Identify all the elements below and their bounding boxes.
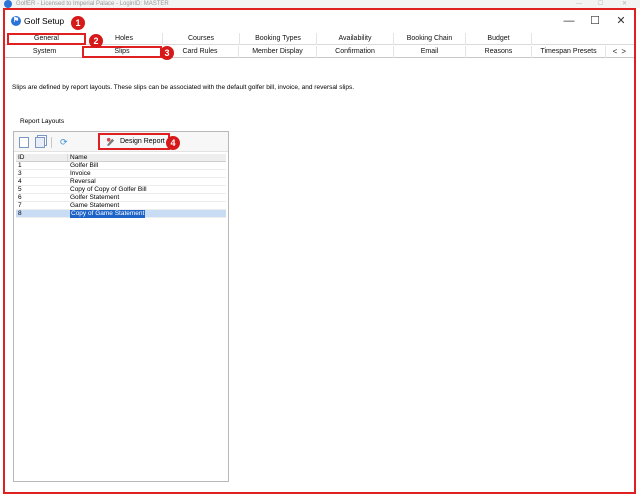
tab-scroll-arrows[interactable]: <> <box>613 46 630 58</box>
table-row-selected[interactable]: 8 Copy of Game Statement <box>16 210 226 218</box>
callout-badge-3: 3 <box>160 46 174 60</box>
report-layouts-table: ID Name 1 Golfer Bill 3 Invoice 4 Revers… <box>16 154 226 218</box>
row-name: Copy of Game Statement <box>70 210 146 218</box>
outer-maximize-button[interactable]: ☐ <box>598 0 603 8</box>
callout-badge-1: 1 <box>71 16 85 30</box>
column-header-name[interactable]: Name <box>70 154 87 162</box>
report-layouts-label: Report Layouts <box>20 118 65 125</box>
row-id: 7 <box>18 202 22 209</box>
tab-email[interactable]: Email <box>394 46 466 58</box>
design-report-icon <box>106 137 115 146</box>
refresh-icon[interactable]: ⟳ <box>60 137 70 148</box>
tab-booking-chain[interactable]: Booking Chain <box>394 33 466 45</box>
window-title: Golf Setup <box>24 16 65 26</box>
close-button[interactable]: ✕ <box>609 13 633 29</box>
table-row[interactable]: 3 Invoice <box>16 170 226 178</box>
callout-badge-2: 2 <box>89 34 103 48</box>
golf-setup-window: ⚑ Golf Setup — ☐ ✕ General Holes Courses… <box>3 8 636 494</box>
design-report-button[interactable]: Design Report <box>98 133 170 150</box>
column-separator <box>67 154 68 161</box>
tab-reasons[interactable]: Reasons <box>466 46 532 58</box>
callout-badge-4: 4 <box>166 136 180 150</box>
table-row[interactable]: 1 Golfer Bill <box>16 162 226 170</box>
copy-icon[interactable] <box>35 137 45 148</box>
report-toolbar: ⟳ Design Report <box>14 132 228 152</box>
tab-availability[interactable]: Availability <box>317 33 394 45</box>
row-id: 4 <box>18 178 22 185</box>
outer-window-title: GolfER - Licensed to Imperial Palace - L… <box>16 1 169 7</box>
toolbar-separator <box>51 137 52 148</box>
column-header-id[interactable]: ID <box>18 154 68 162</box>
tab-general[interactable]: General <box>7 33 86 45</box>
outer-app-icon <box>4 0 12 8</box>
outer-minimize-button[interactable]: — <box>576 0 582 8</box>
table-header: ID Name <box>16 154 226 162</box>
tab-row-secondary: System Slips Card Rules Member Display C… <box>5 46 634 58</box>
tab-scroll-right-icon[interactable]: > <box>621 47 630 56</box>
design-report-label: Design Report <box>120 138 165 145</box>
maximize-button[interactable]: ☐ <box>583 13 607 29</box>
outer-window-titlebar: GolfER - Licensed to Imperial Palace - L… <box>0 0 640 8</box>
tab-timespan-presets[interactable]: Timespan Presets <box>532 46 606 58</box>
row-id: 6 <box>18 194 22 201</box>
report-layouts-panel: ⟳ Design Report ID Name 1 Golfer Bill 3 <box>13 131 229 482</box>
row-name: Reversal <box>70 178 96 185</box>
row-name: Copy of Copy of Golfer Bill <box>70 186 147 193</box>
tab-confirmation[interactable]: Confirmation <box>317 46 394 58</box>
minimize-button[interactable]: — <box>557 13 581 29</box>
row-name: Golfer Statement <box>70 194 120 201</box>
row-name: Golfer Bill <box>70 162 99 169</box>
tab-budget[interactable]: Budget <box>466 33 532 45</box>
row-id: 1 <box>18 162 22 169</box>
row-id: 8 <box>18 210 22 217</box>
slips-description: Slips are defined by report layouts. The… <box>12 84 355 91</box>
golf-app-icon: ⚑ <box>11 16 21 26</box>
tab-booking-types[interactable]: Booking Types <box>240 33 317 45</box>
table-row[interactable]: 6 Golfer Statement <box>16 194 226 202</box>
tab-system[interactable]: System <box>7 46 83 58</box>
table-row[interactable]: 5 Copy of Copy of Golfer Bill <box>16 186 226 194</box>
row-name: Invoice <box>70 170 91 177</box>
outer-close-button[interactable]: ✕ <box>622 0 627 8</box>
tab-courses[interactable]: Courses <box>163 33 240 45</box>
new-document-icon[interactable] <box>19 137 29 148</box>
window-titlebar: ⚑ Golf Setup — ☐ ✕ <box>5 10 634 32</box>
row-id: 3 <box>18 170 22 177</box>
tab-member-display[interactable]: Member Display <box>239 46 317 58</box>
row-name: Game Statement <box>70 202 120 209</box>
row-id: 5 <box>18 186 22 193</box>
table-row[interactable]: 4 Reversal <box>16 178 226 186</box>
table-row[interactable]: 7 Game Statement <box>16 202 226 210</box>
